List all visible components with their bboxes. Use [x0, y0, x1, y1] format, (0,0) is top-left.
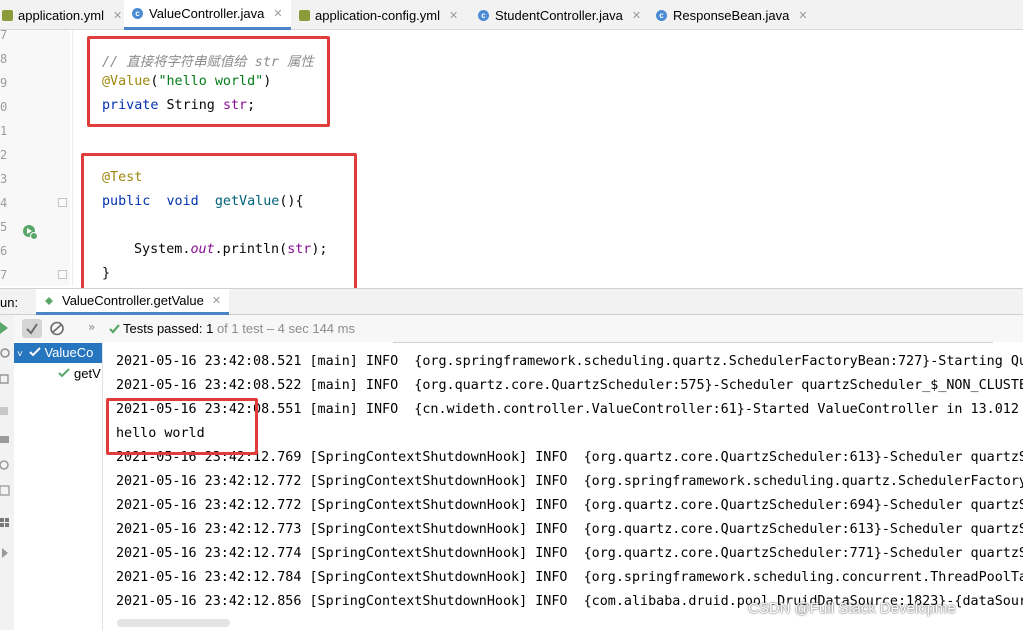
rerun-failed-icon[interactable]: [0, 347, 12, 359]
clipped-previous-line: [393, 342, 993, 343]
console-output[interactable]: 2021-05-16 23:42:08.521 [main] INFO {org…: [103, 342, 1023, 630]
run-label: un:: [0, 295, 19, 310]
yaml-file-icon: [2, 9, 13, 21]
rerun-icon[interactable]: [0, 321, 10, 335]
close-icon[interactable]: ✕: [798, 9, 807, 22]
tree-item-valuecontroller[interactable]: ˅ ValueCo: [17, 345, 93, 360]
expand-toolbar-icon[interactable]: »: [88, 320, 95, 334]
tab-studentcontroller-java[interactable]: c StudentController.java ✕: [478, 0, 641, 30]
line-number: 0: [0, 100, 8, 114]
run-side-toolbar: [0, 315, 15, 630]
run-config-icon: [45, 296, 53, 305]
tab-valuecontroller-java[interactable]: c ValueController.java ✕: [124, 0, 291, 30]
tab-label: application.yml: [18, 7, 104, 23]
code-editor[interactable]: 7 8 9 0 1 2 3 4 5 6 7 // 直接将字符串赋值给 str 属…: [0, 28, 1023, 295]
line-number: 4: [0, 196, 8, 210]
java-class-icon: c: [478, 9, 489, 21]
highlight-box: [106, 398, 258, 455]
console-line: 2021-05-16 23:42:12.784 [SpringContextSh…: [116, 570, 1023, 585]
test-runner-toolbar: » Tests passed: 1 of 1 test – 4 sec 144 …: [14, 315, 1023, 343]
line-number: 1: [0, 124, 8, 138]
console-line: 2021-05-16 23:42:12.773 [SpringContextSh…: [116, 522, 1023, 537]
ignored-icon: [50, 321, 64, 336]
toggle-auto-test-icon[interactable]: [0, 373, 12, 385]
line-number: 6: [0, 244, 8, 258]
line-number: 8: [0, 52, 8, 66]
horizontal-scrollbar[interactable]: [117, 619, 230, 627]
tree-item-label: ValueCo: [44, 345, 94, 360]
run-tab[interactable]: ValueController.getValue ✕: [36, 289, 230, 315]
console-line: 2021-05-16 23:42:08.521 [main] INFO {org…: [116, 354, 1023, 369]
watermark: CSDN @Full Stack Developme: [748, 600, 956, 617]
close-icon[interactable]: ✕: [632, 9, 641, 22]
editor-tab-bar: application.yml ✕ c ValueController.java…: [0, 0, 1023, 30]
show-ignored-button[interactable]: [47, 319, 67, 338]
run-tab-label: ValueController.getValue: [62, 293, 204, 308]
tab-responsebean-java[interactable]: c ResponseBean.java ✕: [656, 0, 808, 30]
highlight-box: [81, 153, 357, 295]
status-suffix: of 1 test – 4 sec 144 ms: [213, 321, 355, 336]
line-number-gutter: 7 8 9 0 1 2 3 4 5 6 7: [0, 28, 70, 286]
java-class-icon: c: [656, 9, 667, 21]
close-icon[interactable]: ✕: [212, 294, 221, 307]
fold-icon[interactable]: [58, 198, 67, 207]
line-number: 9: [0, 76, 8, 90]
show-passed-button[interactable]: [22, 319, 42, 338]
tab-label: StudentController.java: [495, 7, 623, 23]
checkmark-icon: [58, 368, 70, 378]
import-tests-icon[interactable]: [0, 485, 12, 497]
settings-icon[interactable]: [0, 459, 12, 471]
line-number: 7: [0, 28, 8, 42]
stop-icon[interactable]: [0, 407, 10, 417]
run-toolwindow-header: un: ValueController.getValue ✕: [0, 288, 1023, 315]
tab-label: application-config.yml: [315, 7, 441, 23]
tab-label: ValueController.java: [149, 6, 265, 21]
java-class-icon: c: [132, 8, 143, 19]
tree-item-label: getV: [74, 366, 101, 381]
status-prefix: Tests passed:: [123, 321, 207, 336]
line-number: 5: [0, 220, 8, 234]
line-number: 2: [0, 148, 8, 162]
camera-icon[interactable]: [0, 433, 12, 445]
pin-icon[interactable]: [0, 547, 12, 559]
checkmark-icon: [29, 347, 42, 357]
close-icon[interactable]: ✕: [273, 7, 282, 20]
test-results-tree: ˅ ValueCo getV: [14, 342, 103, 630]
close-icon[interactable]: ✕: [113, 9, 122, 22]
gutter-separator: [72, 30, 73, 286]
tab-label: ResponseBean.java: [673, 7, 790, 23]
checkmark-icon: [26, 323, 38, 335]
chevron-down-icon[interactable]: ˅: [17, 349, 23, 360]
tab-application-yml[interactable]: application.yml ✕: [2, 0, 122, 30]
console-line: 2021-05-16 23:42:12.774 [SpringContextSh…: [116, 546, 1023, 561]
console-line: 2021-05-16 23:42:08.522 [main] INFO {org…: [116, 378, 1023, 393]
line-number: 7: [0, 268, 8, 282]
yaml-file-icon: [299, 9, 310, 21]
fold-icon[interactable]: [58, 270, 67, 279]
test-status-text: Tests passed: 1 of 1 test – 4 sec 144 ms: [123, 321, 355, 336]
tree-item-getvalue[interactable]: getV: [58, 366, 101, 381]
line-number: 3: [0, 172, 8, 186]
layout-icon[interactable]: [0, 517, 12, 529]
highlight-box: [87, 36, 330, 127]
tab-application-config-yml[interactable]: application-config.yml ✕: [299, 0, 458, 30]
tests-passed-icon: [109, 324, 120, 334]
run-test-icon[interactable]: [22, 224, 38, 240]
console-line: 2021-05-16 23:42:12.772 [SpringContextSh…: [116, 498, 1023, 513]
console-line: 2021-05-16 23:42:12.772 [SpringContextSh…: [116, 474, 1023, 489]
close-icon[interactable]: ✕: [449, 9, 458, 22]
